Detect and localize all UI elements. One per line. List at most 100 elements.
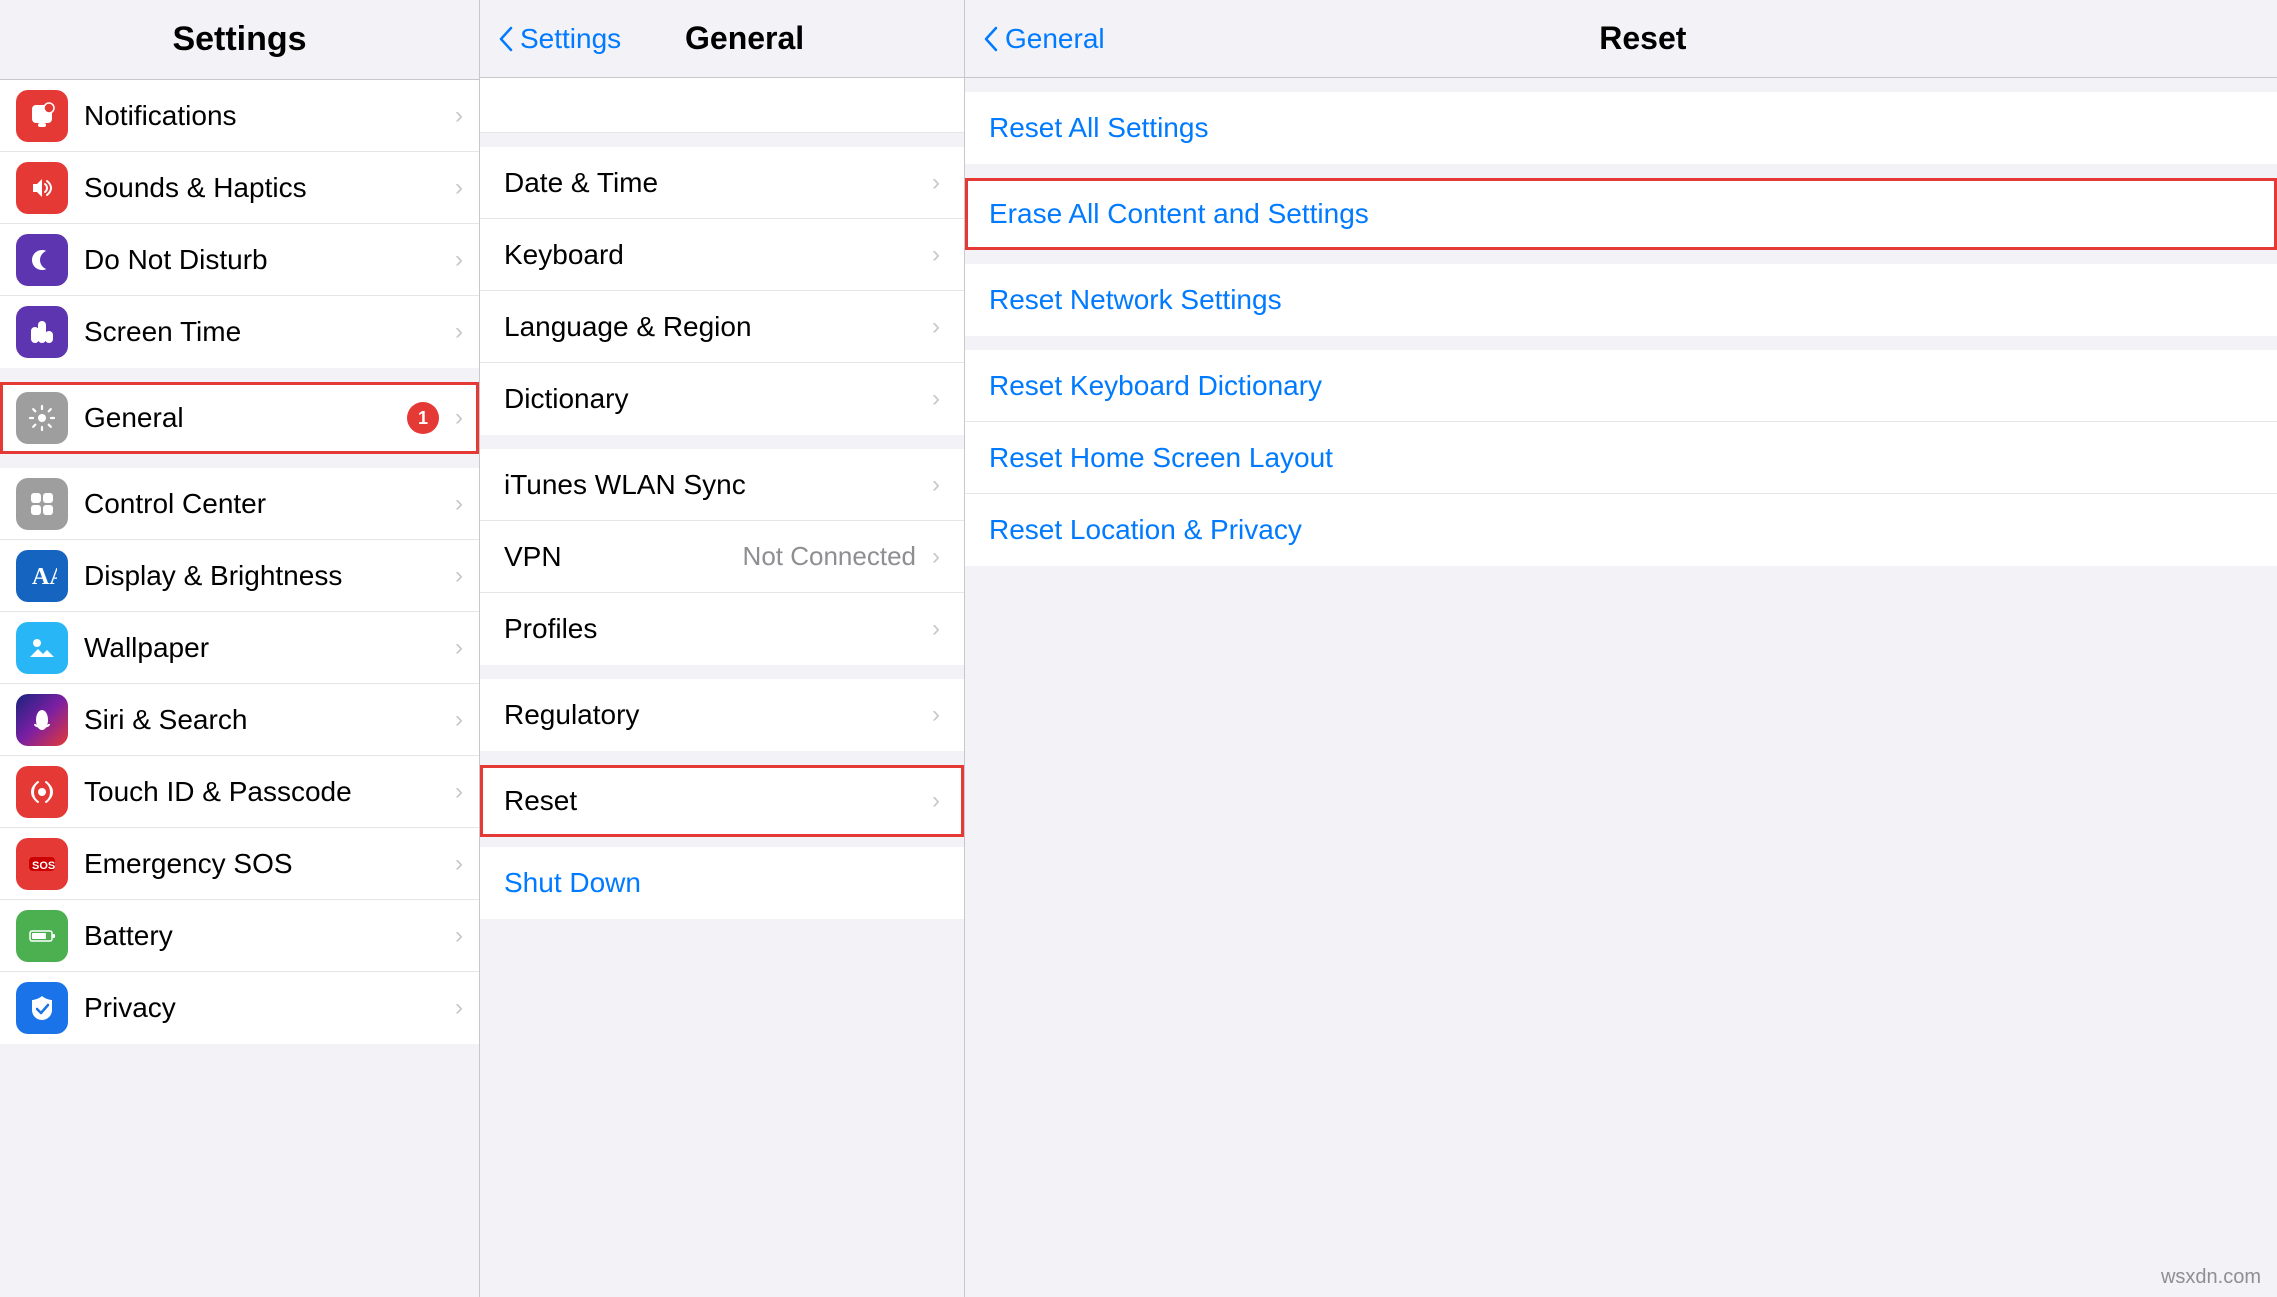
general-content: General 1 › (84, 402, 463, 434)
notifications-content: Notifications › (84, 100, 463, 132)
middle-item-profiles[interactable]: Profiles › (480, 593, 964, 665)
siri-icon (16, 694, 68, 746)
sidebar-item-wallpaper[interactable]: Wallpaper › (0, 612, 479, 684)
dnd-label: Do Not Disturb (84, 244, 447, 276)
wallpaper-label: Wallpaper (84, 632, 447, 664)
svg-text:AA: AA (32, 564, 57, 590)
middle-item-language[interactable]: Language & Region › (480, 291, 964, 363)
touchid-chevron: › (455, 778, 463, 806)
right-header: General Reset (965, 0, 2277, 78)
middle-group-2: Date & Time › Keyboard › Language & Regi… (480, 147, 964, 435)
sidebar-item-sounds[interactable]: Sounds & Haptics › (0, 152, 479, 224)
sos-label: Emergency SOS (84, 848, 447, 880)
middle-group-partial (480, 78, 964, 133)
middle-item-vpn[interactable]: VPN Not Connected › (480, 521, 964, 593)
watermark: wsxdn.com (2161, 1266, 2261, 1289)
profiles-chevron: › (932, 615, 940, 643)
cc-label: Control Center (84, 488, 447, 520)
touchid-icon (16, 766, 68, 818)
sidebar-item-touchid[interactable]: Touch ID & Passcode › (0, 756, 479, 828)
right-nav: General Reset (981, 20, 2261, 57)
back-general-label: General (1005, 23, 1105, 55)
general-label: General (84, 402, 407, 434)
right-spacer-1 (965, 78, 2277, 92)
right-item-resetall[interactable]: Reset All Settings (965, 92, 2277, 164)
sidebar-item-donotdisturb[interactable]: Do Not Disturb › (0, 224, 479, 296)
right-item-eraseall[interactable]: Erase All Content and Settings (965, 178, 2277, 250)
middle-group-6: Shut Down (480, 847, 964, 919)
settings-list: Notifications › Sounds & Haptics › Do (0, 80, 479, 1297)
resethomescreen-label: Reset Home Screen Layout (989, 442, 1333, 474)
middle-spacer-4 (480, 751, 964, 765)
keyboard-chevron: › (932, 241, 940, 269)
sidebar-item-display[interactable]: AA Display & Brightness › (0, 540, 479, 612)
right-group-3: Reset Network Settings (965, 264, 2277, 336)
datetime-label: Date & Time (504, 167, 924, 199)
dictionary-label: Dictionary (504, 383, 924, 415)
resetall-label: Reset All Settings (989, 112, 1208, 144)
sos-chevron: › (455, 850, 463, 878)
middle-spacer-3 (480, 665, 964, 679)
resetkeyboard-label: Reset Keyboard Dictionary (989, 370, 1322, 402)
middle-spacer-1 (480, 133, 964, 147)
back-to-general[interactable]: General (981, 23, 1105, 55)
right-list: Reset All Settings Erase All Content and… (965, 78, 2277, 1297)
middle-item-reset[interactable]: Reset › (480, 765, 964, 837)
left-column: Settings Notifications › Sounds & Haptic… (0, 0, 480, 1297)
right-item-resetlocation[interactable]: Reset Location & Privacy (965, 494, 2277, 566)
reset-chevron: › (932, 787, 940, 815)
middle-item-itunes[interactable]: iTunes WLAN Sync › (480, 449, 964, 521)
sidebar-item-privacy[interactable]: Privacy › (0, 972, 479, 1044)
settings-group-1: Notifications › Sounds & Haptics › Do (0, 80, 479, 368)
sidebar-item-controlcenter[interactable]: Control Center › (0, 468, 479, 540)
sidebar-item-notifications[interactable]: Notifications › (0, 80, 479, 152)
middle-title: General (621, 20, 868, 57)
sidebar-item-battery[interactable]: Battery › (0, 900, 479, 972)
sounds-label: Sounds & Haptics (84, 172, 447, 204)
right-group-1: Reset All Settings (965, 92, 2277, 164)
regulatory-chevron: › (932, 701, 940, 729)
sos-icon: SOS (16, 838, 68, 890)
sounds-chevron: › (455, 174, 463, 202)
sidebar-item-general[interactable]: General 1 › (0, 382, 479, 454)
resetlocation-label: Reset Location & Privacy (989, 514, 1302, 546)
right-item-resetkeyboard[interactable]: Reset Keyboard Dictionary (965, 350, 2277, 422)
siri-label: Siri & Search (84, 704, 447, 736)
regulatory-label: Regulatory (504, 699, 924, 731)
middle-item-regulatory[interactable]: Regulatory › (480, 679, 964, 751)
middle-item-keyboard[interactable]: Keyboard › (480, 219, 964, 291)
middle-nav: Settings General (496, 20, 948, 57)
right-item-resethomescreen[interactable]: Reset Home Screen Layout (965, 422, 2277, 494)
cc-content: Control Center › (84, 488, 463, 520)
middle-item-shutdown[interactable]: Shut Down (480, 847, 964, 919)
wallpaper-content: Wallpaper › (84, 632, 463, 664)
right-spacer-4 (965, 336, 2277, 350)
siri-content: Siri & Search › (84, 704, 463, 736)
right-column: General Reset Reset All Settings Erase A… (965, 0, 2277, 1297)
back-to-settings[interactable]: Settings (496, 23, 621, 55)
middle-item-datetime[interactable]: Date & Time › (480, 147, 964, 219)
sidebar-item-screentime[interactable]: Screen Time › (0, 296, 479, 368)
dnd-chevron: › (455, 246, 463, 274)
middle-group-4: Regulatory › (480, 679, 964, 751)
middle-column: Settings General Date & Time › Keyboard … (480, 0, 965, 1297)
middle-group-5: Reset › (480, 765, 964, 837)
donotdisturb-icon (16, 234, 68, 286)
sidebar-item-siri[interactable]: Siri & Search › (0, 684, 479, 756)
itunes-chevron: › (932, 471, 940, 499)
battery-label: Battery (84, 920, 447, 952)
display-label: Display & Brightness (84, 560, 447, 592)
middle-header: Settings General (480, 0, 964, 78)
spacer-1 (0, 368, 479, 382)
datetime-chevron: › (932, 169, 940, 197)
right-item-resetnetwork[interactable]: Reset Network Settings (965, 264, 2277, 336)
settings-group-2: General 1 › (0, 382, 479, 454)
right-spacer-3 (965, 250, 2277, 264)
middle-item-dictionary[interactable]: Dictionary › (480, 363, 964, 435)
touchid-label: Touch ID & Passcode (84, 776, 447, 808)
screentime-chevron: › (455, 318, 463, 346)
sidebar-item-emergencysos[interactable]: SOS Emergency SOS › (0, 828, 479, 900)
sounds-content: Sounds & Haptics › (84, 172, 463, 204)
settings-group-3: Control Center › AA Display & Brightness… (0, 468, 479, 1044)
back-settings-label: Settings (520, 23, 621, 55)
